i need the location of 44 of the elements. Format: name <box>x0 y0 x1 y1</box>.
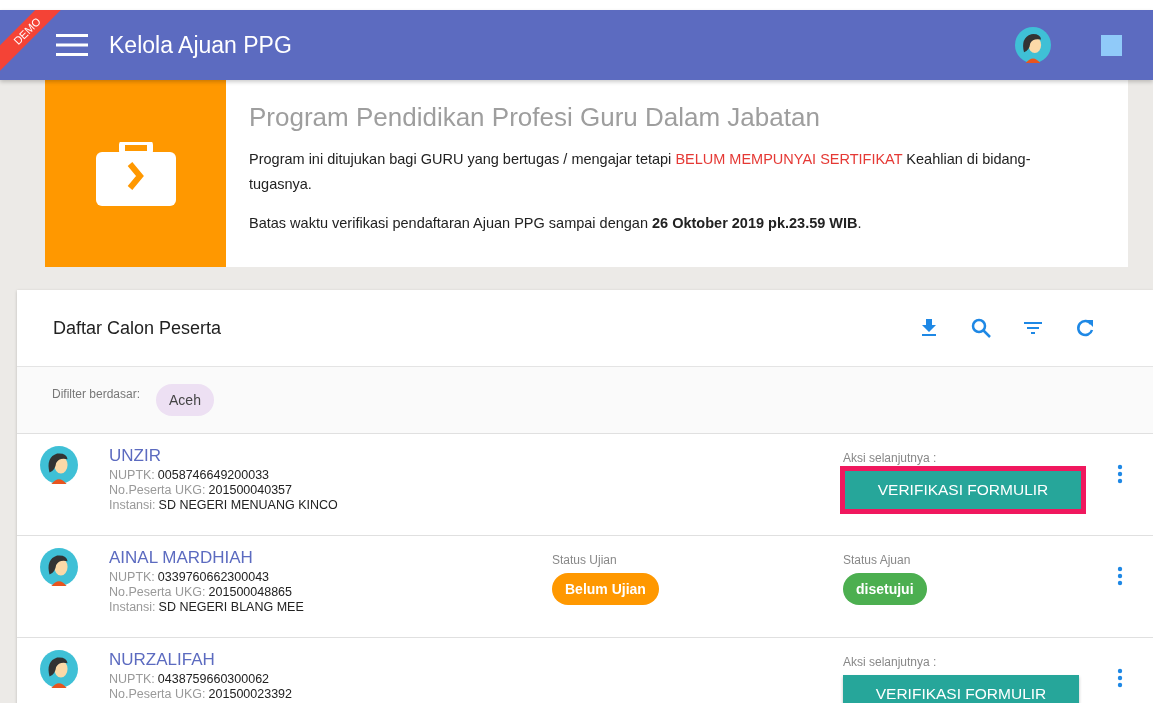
participant-name[interactable]: AINAL MARDHIAH <box>109 548 509 568</box>
more-options-icon[interactable] <box>1117 464 1123 484</box>
avatar-icon <box>40 446 78 484</box>
banner-title: Program Pendidikan Profesi Guru Dalam Jabatan <box>249 102 821 133</box>
page-title: Kelola Ajuan PPG <box>109 31 293 59</box>
list-title: Daftar Calon Peserta <box>53 317 223 339</box>
avatar-icon <box>40 650 78 688</box>
avatar-icon <box>40 548 78 586</box>
status-badge: disetujui <box>843 573 927 605</box>
menu-icon[interactable] <box>55 33 89 57</box>
field-value: 0058746649200033 <box>157 468 270 482</box>
banner-paragraph: Program ini ditujukan bagi GURU yang bertugas / mengajar tetapi BELUM MEMPUNYAI SERTIFIKAT Keahlian di bidang-tugasnya. <box>249 150 1032 194</box>
filter-label: Difilter berdasar: <box>52 387 141 401</box>
field-label: No.Peserta UKG: <box>109 585 206 599</box>
square-icon[interactable] <box>1101 34 1122 56</box>
participant-name[interactable]: NURZALIFAH <box>109 650 509 670</box>
action-label: Aksi selanjutnya : <box>843 451 937 465</box>
field-label: NUPTK: <box>109 570 155 584</box>
field-label: No.Peserta UKG: <box>109 687 206 701</box>
action-label: Aksi selanjutnya : <box>843 655 937 669</box>
avatar-icon[interactable] <box>1015 27 1051 63</box>
filter-chip[interactable]: Aceh <box>156 384 214 416</box>
more-options-icon[interactable] <box>1117 668 1123 688</box>
verify-form-button[interactable]: VERIFIKASI FORMULIR <box>843 675 1079 703</box>
field-label: Instansi: <box>109 600 156 614</box>
status-label: Status Ajuan <box>843 553 911 567</box>
status-label: Status Ujian <box>552 553 617 567</box>
field-value: 201500040357 <box>208 483 292 497</box>
field-label: No.Peserta UKG: <box>109 483 206 497</box>
field-value: 0339760662300043 <box>157 570 270 584</box>
more-options-icon[interactable] <box>1117 566 1123 586</box>
search-icon[interactable] <box>969 316 993 340</box>
field-label: Instansi: <box>109 498 156 512</box>
participant-name[interactable]: UNZIR <box>109 446 509 466</box>
field-value: 201500023392 <box>208 687 292 701</box>
field-value: 201500048865 <box>208 585 292 599</box>
field-value: 0438759660300062 <box>157 672 270 686</box>
briefcase-icon <box>95 141 176 206</box>
field-label: NUPTK: <box>109 468 155 482</box>
field-label: NUPTK: <box>109 672 155 686</box>
status-badge: Belum Ujian <box>552 573 659 605</box>
banner-paragraph: Batas waktu verifikasi pendaftaran Ajuan PPG sampai dengan 26 Oktober 2019 pk.23.59 WIB. <box>249 214 863 233</box>
field-value: SD NEGERI MENUANG KINCO <box>158 498 338 512</box>
field-value: SD NEGERI BLANG MEE <box>158 600 304 614</box>
